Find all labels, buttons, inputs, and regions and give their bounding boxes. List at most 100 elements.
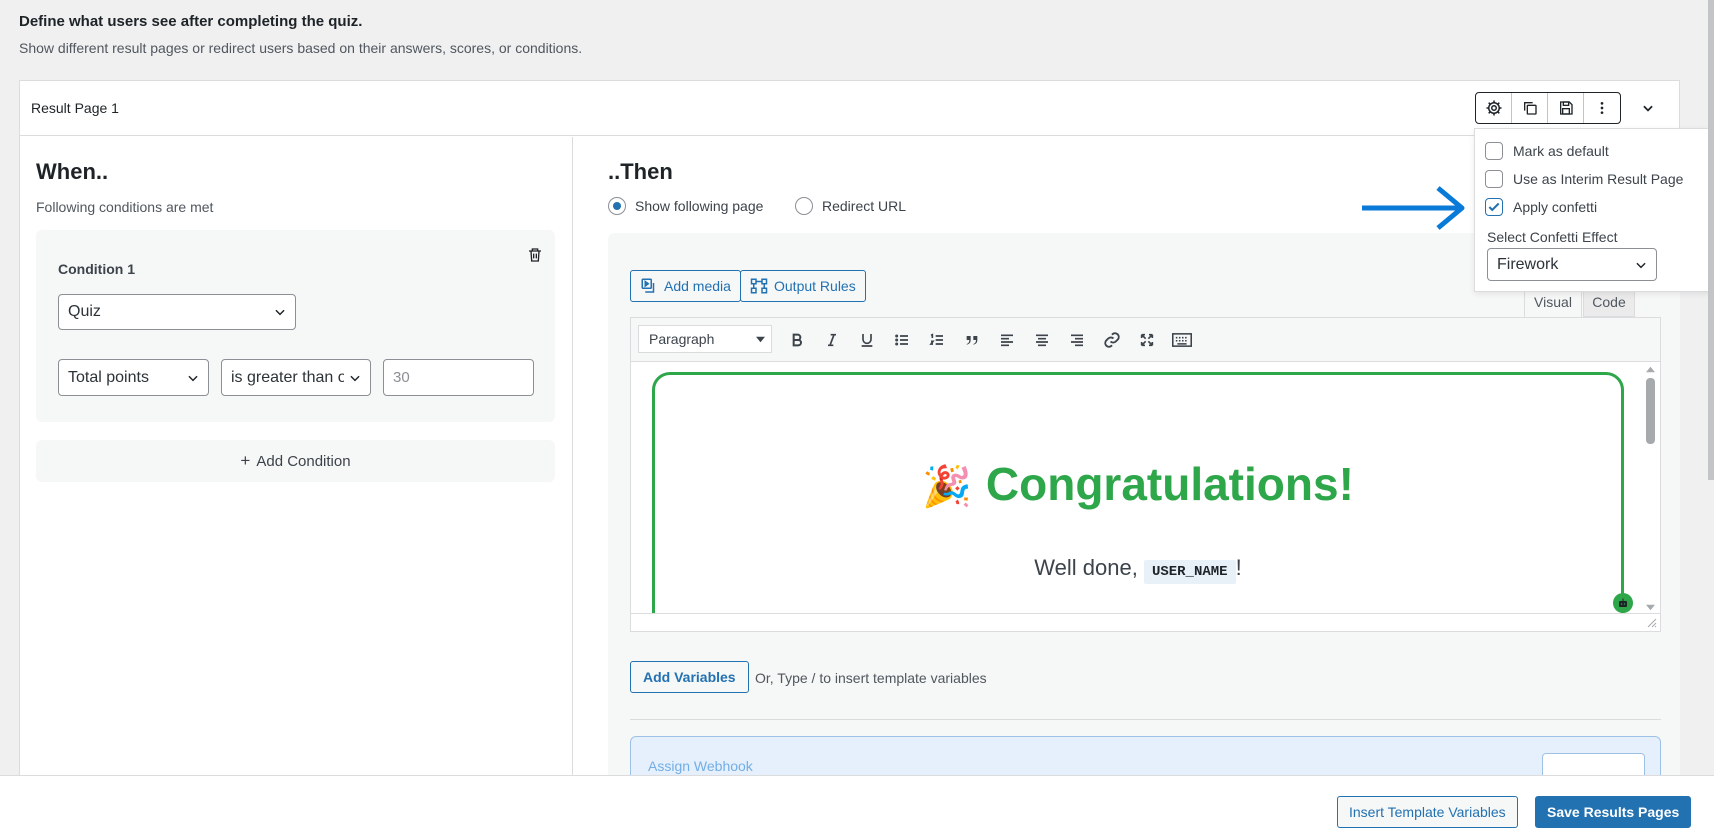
save-page-button[interactable] (1548, 93, 1584, 123)
chevron-down-icon (1643, 105, 1653, 112)
editor-panel: Add media Output Rules Visual Code Parag… (608, 233, 1680, 806)
output-rules-button[interactable]: Output Rules (740, 270, 866, 302)
scroll-down-icon[interactable] (1646, 604, 1655, 611)
align-right-icon[interactable] (1059, 327, 1094, 353)
resize-handle-icon[interactable] (1647, 618, 1657, 628)
formatting-tools (779, 327, 1199, 353)
numbered-list-icon[interactable] (919, 327, 954, 353)
save-icon (1559, 101, 1573, 115)
media-icon (641, 278, 655, 293)
condition-value-input[interactable]: 30 (383, 359, 534, 396)
confetti-option[interactable]: Apply confetti (1485, 198, 1597, 216)
underline-icon[interactable] (849, 327, 884, 353)
greeting-suffix: ! (1235, 555, 1242, 580)
ai-assistant-icon[interactable] (1613, 593, 1633, 613)
trash-icon (529, 248, 541, 262)
save-results-pages-button[interactable]: Save Results Pages (1535, 796, 1692, 828)
scroll-up-icon[interactable] (1646, 366, 1655, 373)
flow-icon (750, 278, 768, 294)
when-heading: When.. (36, 159, 109, 184)
result-page-title: Result Page 1 (31, 100, 119, 116)
italic-icon[interactable] (814, 327, 849, 353)
editor-content[interactable]: 🎉 Congratulations! Well done, USER_NAME! (630, 361, 1661, 614)
blockquote-icon[interactable] (954, 327, 989, 353)
add-media-label: Add media (664, 278, 731, 294)
show-page-radio[interactable] (608, 197, 626, 215)
page-subtitle: Show different result pages or redirect … (19, 40, 583, 56)
greeting-prefix: Well done, (1034, 555, 1138, 580)
duplicate-button[interactable] (1512, 93, 1548, 123)
redirect-radio[interactable] (795, 197, 813, 215)
more-button[interactable] (1584, 93, 1620, 123)
condition-field-select[interactable]: Total points (58, 359, 209, 396)
user-name-variable[interactable]: USER_NAME (1143, 560, 1236, 584)
format-select[interactable]: Paragraph (638, 325, 772, 353)
greeting-line: Well done, USER_NAME! (655, 555, 1621, 584)
align-center-icon[interactable] (1024, 327, 1059, 353)
condition-operator-value: is greater than or (231, 368, 344, 386)
bold-icon[interactable] (779, 327, 814, 353)
show-page-option[interactable]: Show following page (608, 197, 763, 215)
condition-box: Condition 1 Quiz Total points is greater… (36, 230, 555, 422)
then-heading: ..Then (608, 159, 673, 184)
confetti-effect-select[interactable]: Firework (1487, 248, 1657, 281)
result-page-toolbar (1475, 92, 1621, 124)
variables-hint: Or, Type / to insert template variables (755, 670, 987, 686)
page-title: Define what users see after completing t… (19, 13, 363, 30)
congrats-heading: 🎉 Congratulations! (655, 457, 1621, 511)
collapse-button[interactable] (1634, 94, 1662, 122)
mark-default-label: Mark as default (1513, 143, 1609, 159)
congrats-block[interactable]: 🎉 Congratulations! Well done, USER_NAME! (652, 372, 1633, 613)
interim-checkbox[interactable] (1485, 170, 1503, 188)
party-popper-icon: 🎉 (922, 465, 972, 509)
editor-scrollbar[interactable] (1642, 362, 1659, 613)
result-page-header: Result Page 1 (20, 81, 1679, 136)
keyboard-icon[interactable] (1164, 327, 1199, 353)
when-subheading: Following conditions are met (36, 199, 214, 215)
add-media-button[interactable]: Add media (630, 270, 741, 302)
show-page-label: Show following page (635, 198, 764, 214)
chevron-down-icon (275, 309, 285, 316)
add-condition-button[interactable]: + Add Condition (36, 440, 555, 482)
link-icon[interactable] (1094, 327, 1129, 353)
duplicate-icon (1523, 102, 1537, 115)
align-left-icon[interactable] (989, 327, 1024, 353)
delete-condition-button[interactable] (527, 247, 545, 265)
redirect-option[interactable]: Redirect URL (795, 197, 906, 215)
output-rules-label: Output Rules (774, 278, 856, 294)
mark-default-option[interactable]: Mark as default (1485, 142, 1609, 160)
arrow-indicator-icon (1362, 186, 1465, 230)
confetti-effect-label: Select Confetti Effect (1487, 229, 1618, 245)
when-column: When.. Following conditions are met Cond… (20, 137, 573, 801)
editor-statusbar (630, 614, 1661, 632)
section-divider (630, 719, 1661, 720)
add-condition-label: Add Condition (256, 452, 351, 470)
editor-toolbar: Paragraph (630, 317, 1661, 361)
condition-title: Condition 1 (58, 261, 135, 277)
condition-operator-select[interactable]: is greater than or (221, 359, 371, 396)
bullet-list-icon[interactable] (884, 327, 919, 353)
webhook-label: Assign Webhook (648, 758, 753, 774)
condition-source-select[interactable]: Quiz (58, 294, 296, 330)
editor-scroll-thumb[interactable] (1646, 378, 1655, 444)
plus-icon: + (240, 451, 251, 470)
footer-bar: Insert Template Variables Save Results P… (0, 775, 1714, 837)
mark-default-checkbox[interactable] (1485, 142, 1503, 160)
interim-label: Use as Interim Result Page (1513, 171, 1684, 187)
settings-button[interactable] (1476, 93, 1512, 123)
add-variables-button[interactable]: Add Variables (630, 661, 749, 693)
congrats-text: Congratulations! (985, 458, 1354, 510)
interim-option[interactable]: Use as Interim Result Page (1485, 170, 1683, 188)
confetti-effect-value: Firework (1497, 255, 1559, 273)
page-scrollbar[interactable] (1708, 0, 1714, 480)
confetti-checkbox[interactable] (1485, 198, 1503, 216)
format-value: Paragraph (649, 331, 715, 347)
condition-source-value: Quiz (68, 303, 101, 320)
condition-field-value: Total points (68, 368, 149, 386)
gear-icon (1486, 100, 1501, 116)
chevron-down-icon (1636, 262, 1646, 268)
fullscreen-icon[interactable] (1129, 327, 1164, 353)
redirect-label: Redirect URL (822, 198, 907, 214)
chevron-down-icon (188, 375, 198, 381)
insert-template-variables-button[interactable]: Insert Template Variables (1337, 796, 1518, 828)
